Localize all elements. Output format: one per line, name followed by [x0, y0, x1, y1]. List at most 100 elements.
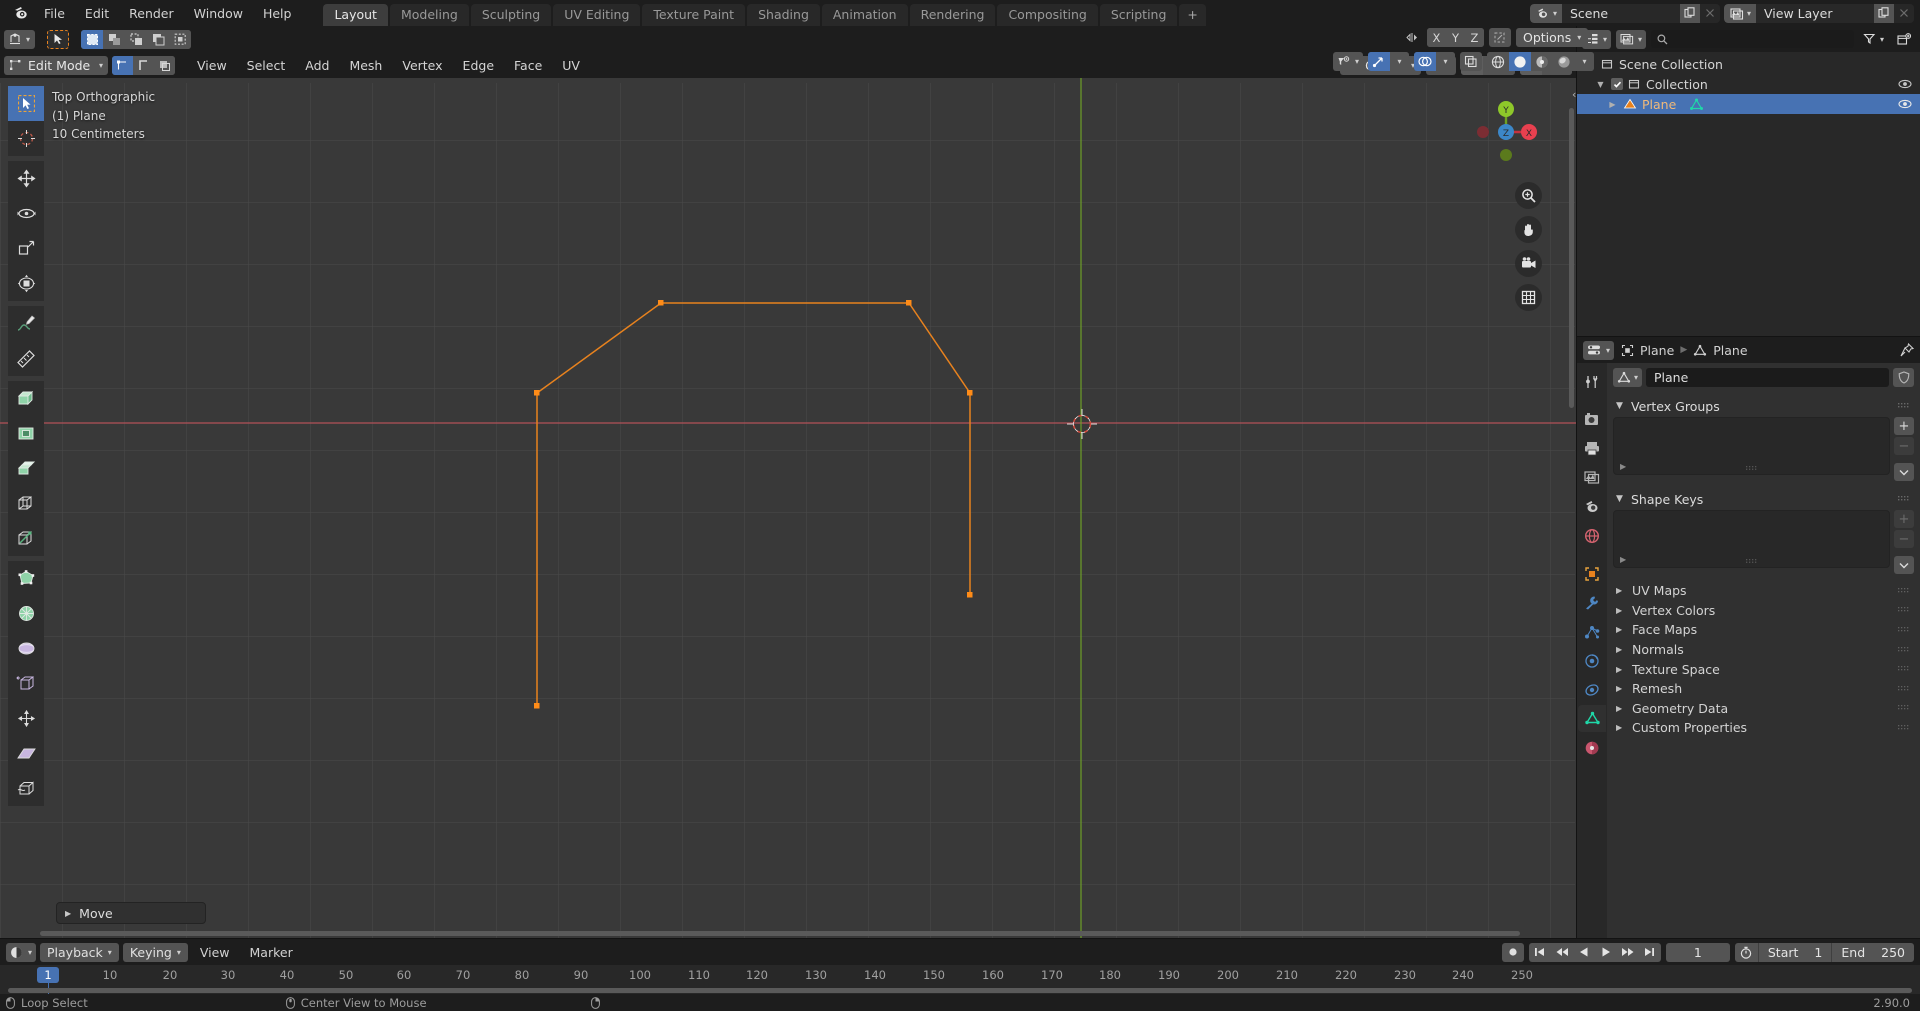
- face-select-icon[interactable]: [154, 55, 175, 75]
- triangle-right-icon[interactable]: ▶: [1620, 555, 1626, 564]
- object-visibility-icon[interactable]: ▾: [1333, 52, 1364, 71]
- timeline-menu-marker[interactable]: Marker: [242, 943, 301, 962]
- select-subtract-icon[interactable]: [125, 29, 148, 49]
- frame-end-field[interactable]: End 250: [1831, 942, 1914, 962]
- options-dropdown[interactable]: Options ▾: [1516, 28, 1589, 47]
- scene-tab[interactable]: [1578, 493, 1606, 520]
- rip-region-tool[interactable]: [8, 771, 44, 806]
- data-tab[interactable]: [1578, 705, 1606, 732]
- play-reverse-icon[interactable]: [1573, 943, 1595, 962]
- vertex-group-specials-menu[interactable]: [1894, 463, 1914, 481]
- shading-rendered-icon[interactable]: [1553, 52, 1576, 71]
- mesh-plane-edit-geometry[interactable]: [0, 78, 1576, 938]
- annotate-tool[interactable]: [8, 306, 44, 341]
- move-tool[interactable]: [8, 161, 44, 196]
- grip-icon[interactable]: [1745, 559, 1758, 564]
- poly-build-tool[interactable]: [8, 561, 44, 596]
- overlay-options-chevron[interactable]: ▾: [1436, 52, 1456, 71]
- mirror-y-button[interactable]: Y: [1446, 28, 1465, 47]
- vertex-select-icon[interactable]: [112, 55, 133, 75]
- new-scene-button[interactable]: [1679, 3, 1700, 23]
- grip-icon[interactable]: [1745, 466, 1758, 471]
- panel-normals[interactable]: ▶ Normals: [1613, 640, 1914, 660]
- object-tab[interactable]: [1578, 560, 1606, 587]
- viewport-menu-view[interactable]: View: [189, 56, 235, 75]
- operator-panel[interactable]: ▶ Move: [56, 902, 206, 924]
- remove-view-layer-button[interactable]: [1894, 3, 1914, 23]
- constraints-tab[interactable]: [1578, 676, 1606, 703]
- mesh-data-icon[interactable]: [1693, 344, 1707, 357]
- unlink-scene-button[interactable]: [1699, 3, 1720, 23]
- menu-edit[interactable]: Edit: [75, 0, 119, 26]
- viewport-menu-select[interactable]: Select: [239, 56, 294, 75]
- viewport-menu-face[interactable]: Face: [506, 56, 550, 75]
- vertex-groups-list[interactable]: ▶: [1613, 417, 1890, 475]
- new-collection-icon[interactable]: [1893, 30, 1915, 49]
- viewport-menu-add[interactable]: Add: [297, 56, 337, 75]
- shading-options-chevron[interactable]: ▾: [1575, 52, 1595, 71]
- mesh-data-icon-button[interactable]: ▾: [1613, 368, 1643, 387]
- triangle-down-icon[interactable]: ▼: [1595, 80, 1606, 89]
- overlays-icon[interactable]: [1414, 52, 1437, 71]
- funnel-icon[interactable]: ▾: [1859, 30, 1888, 49]
- gizmo-icon[interactable]: [1368, 52, 1391, 71]
- material-tab[interactable]: [1578, 734, 1606, 761]
- shape-keys-list[interactable]: ▶: [1613, 510, 1890, 568]
- select-invert-icon[interactable]: [147, 29, 170, 49]
- inset-faces-tool[interactable]: [8, 416, 44, 451]
- select-extend-icon[interactable]: [103, 29, 126, 49]
- tab-animation[interactable]: Animation: [821, 4, 908, 26]
- mesh-data-icon[interactable]: [1689, 98, 1704, 111]
- editor-type-3dview-icon[interactable]: ▾: [4, 29, 36, 49]
- scale-tool[interactable]: [8, 231, 44, 266]
- new-view-layer-button[interactable]: [1874, 3, 1894, 23]
- rotate-tool[interactable]: [8, 196, 44, 231]
- editor-type-timeline-icon[interactable]: ▾: [6, 942, 37, 962]
- play-icon[interactable]: [1595, 943, 1617, 962]
- viewport-menu-mesh[interactable]: Mesh: [341, 56, 390, 75]
- timeline-ruler[interactable]: 1 10 20 30 40 50 60 70 80 90 100 110 120…: [0, 965, 1920, 994]
- viewport-menu-uv[interactable]: UV: [554, 56, 588, 75]
- scene-name[interactable]: Scene: [1562, 6, 1680, 21]
- collection-checkbox[interactable]: [1611, 78, 1623, 90]
- add-shape-key-button[interactable]: +: [1894, 510, 1914, 528]
- blender-logo-icon[interactable]: [6, 0, 34, 26]
- tab-shading[interactable]: Shading: [747, 4, 820, 26]
- outliner-row-plane[interactable]: ▶ Plane: [1577, 94, 1920, 114]
- particles-tab[interactable]: [1578, 618, 1606, 645]
- stopwatch-icon[interactable]: [1735, 946, 1758, 959]
- editor-type-properties-icon[interactable]: ▾: [1583, 340, 1615, 360]
- breadcrumb-data-name[interactable]: Plane: [1713, 343, 1747, 358]
- viewport-horizontal-scrollbar[interactable]: [40, 931, 1520, 936]
- panel-vertex-colors[interactable]: ▶ Vertex Colors: [1613, 601, 1914, 621]
- shear-tool[interactable]: [8, 736, 44, 771]
- extrude-region-tool[interactable]: [8, 381, 44, 416]
- breadcrumb-object-name[interactable]: Plane: [1640, 343, 1674, 358]
- tab-layout[interactable]: Layout: [323, 4, 388, 26]
- prev-keyframe-icon[interactable]: [1551, 943, 1573, 962]
- jump-start-icon[interactable]: [1529, 943, 1551, 962]
- shading-solid-icon[interactable]: [1509, 52, 1532, 71]
- view-layer-selector[interactable]: ▾ View Layer: [1723, 3, 1914, 23]
- menu-file[interactable]: File: [34, 0, 75, 26]
- panel-header-shape-keys[interactable]: ▼ Shape Keys: [1613, 488, 1914, 510]
- outliner-row-scene-collection[interactable]: Scene Collection: [1577, 54, 1920, 74]
- transform-tool[interactable]: [8, 266, 44, 301]
- panel-texture-space[interactable]: ▶ Texture Space: [1613, 659, 1914, 679]
- modifier-tab[interactable]: [1578, 589, 1606, 616]
- panel-geometry-data[interactable]: ▶ Geometry Data: [1613, 699, 1914, 719]
- tab-compositing[interactable]: Compositing: [997, 4, 1098, 26]
- cursor-tool[interactable]: [8, 121, 44, 156]
- panel-face-maps[interactable]: ▶ Face Maps: [1613, 620, 1914, 640]
- smooth-tool[interactable]: [8, 631, 44, 666]
- plane-visibility-eye-icon[interactable]: [1898, 99, 1912, 109]
- tab-texture-paint[interactable]: Texture Paint: [642, 4, 746, 26]
- navigation-gizmo[interactable]: Y Z X: [1466, 92, 1546, 172]
- pin-icon[interactable]: [1900, 343, 1914, 357]
- add-workspace-button[interactable]: +: [1179, 4, 1206, 26]
- collection-visibility-eye-icon[interactable]: [1898, 79, 1912, 89]
- timeline-scrollbar[interactable]: [8, 988, 1912, 993]
- menu-window[interactable]: Window: [184, 0, 253, 26]
- tweak-cursor-icon[interactable]: [47, 29, 70, 49]
- remove-vertex-group-button[interactable]: −: [1894, 437, 1914, 455]
